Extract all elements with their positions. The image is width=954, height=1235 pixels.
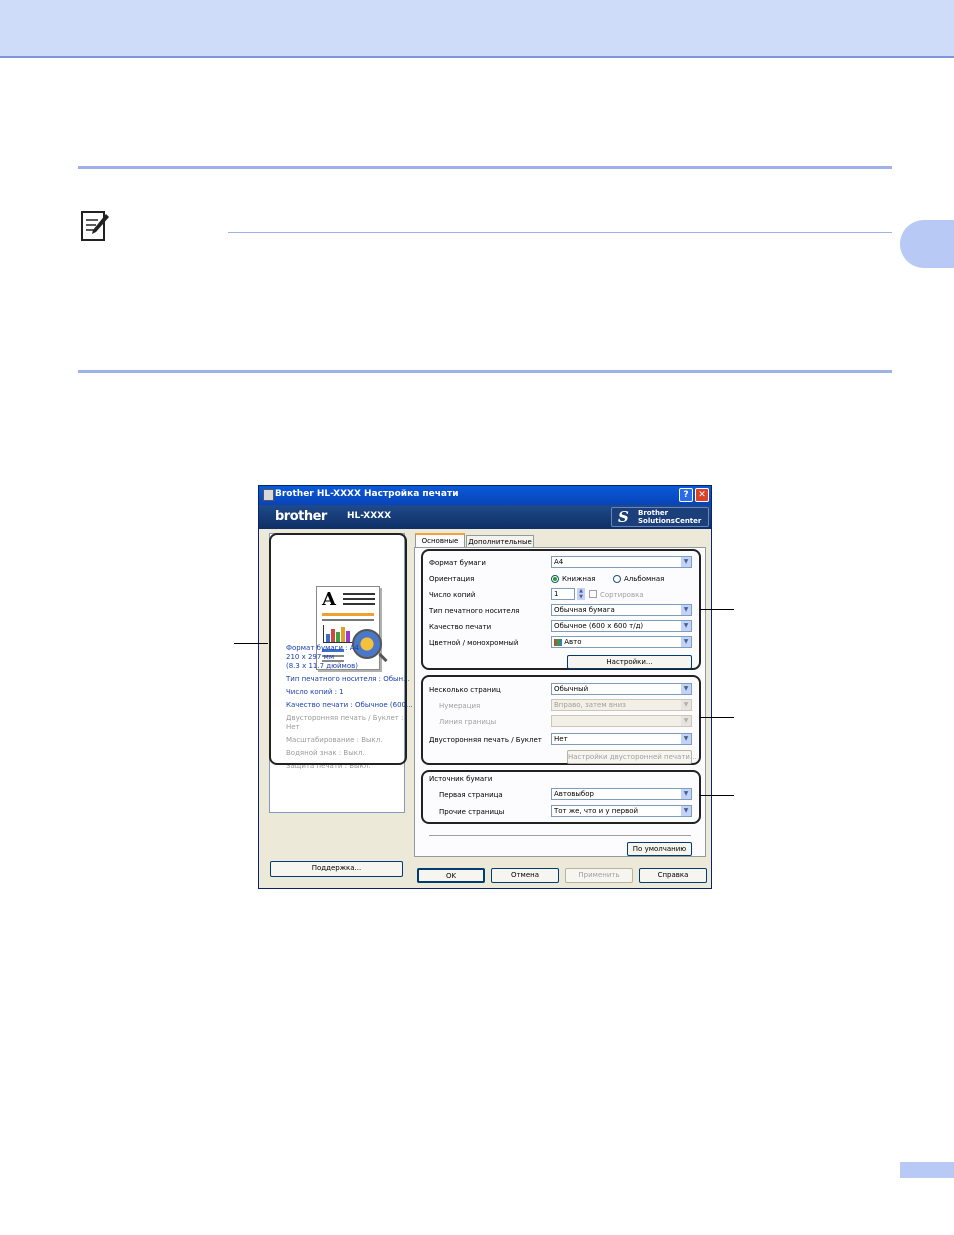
dialog-titlebar[interactable]: Brother HL-XXXX Настройка печати ? ✕ — [259, 486, 711, 505]
chevron-down-icon: ▼ — [681, 605, 691, 615]
page-order-select[interactable]: Вправо, затем вниз ▼ — [551, 699, 692, 711]
chevron-down-icon: ▼ — [681, 557, 691, 567]
quality-select[interactable]: Обычное (600 x 600 т/д) ▼ — [551, 620, 692, 632]
first-page-label: Первая страница — [439, 791, 503, 799]
chevron-down-icon: ▼ — [681, 806, 691, 816]
callout-frame-preview — [269, 533, 407, 765]
border-line-label: Линия границы — [439, 718, 497, 726]
collate-label: Сортировка — [600, 591, 644, 599]
title-close-button[interactable]: ✕ — [695, 488, 709, 502]
page-order-label: Нумерация — [439, 702, 481, 710]
title-help-button[interactable]: ? — [679, 488, 693, 502]
print-settings-dialog: Brother HL-XXXX Настройка печати ? ✕ bro… — [258, 485, 712, 889]
solutions-center-icon: S — [618, 508, 629, 526]
chevron-down-icon: ▼ — [681, 734, 691, 744]
solutions-center-button[interactable]: S Brother SolutionsCenter — [611, 507, 709, 527]
section-rule-bottom — [78, 370, 892, 373]
duplex-settings-button[interactable]: Настройки двусторонней печати... — [567, 750, 697, 764]
section-rule-top — [78, 166, 892, 169]
chevron-down-icon: ▼ — [681, 637, 691, 647]
solutions-center-label: Brother SolutionsCenter — [638, 509, 702, 525]
chevron-down-icon: ▼ — [681, 684, 691, 694]
chevron-down-icon: ▼ — [681, 621, 691, 631]
callout-line-layout-settings — [700, 717, 734, 718]
collate-checkbox[interactable] — [589, 590, 597, 598]
settings-button[interactable]: Настройки... — [567, 655, 692, 669]
paper-format-label: Формат бумаги — [429, 559, 486, 567]
dialog-title: Brother HL-XXXX Настройка печати — [275, 489, 459, 499]
other-pages-label: Прочие страницы — [439, 808, 505, 816]
color-mode-icon — [554, 638, 562, 646]
duplex-label: Двусторонняя печать / Буклет — [429, 736, 542, 744]
copies-spinner-icon[interactable]: ▲ ▼ — [577, 588, 585, 600]
printer-app-icon — [263, 489, 274, 501]
media-type-label: Тип печатного носителя — [429, 607, 520, 615]
cancel-button[interactable]: Отмена — [491, 868, 559, 883]
quality-label: Качество печати — [429, 623, 492, 631]
chevron-down-icon: ▼ — [681, 716, 691, 726]
page-number-tab — [900, 1162, 954, 1178]
help-button[interactable]: Справка — [639, 868, 707, 883]
multipage-select[interactable]: Обычный ▼ — [551, 683, 692, 695]
apply-button[interactable]: Применить — [565, 868, 633, 883]
chapter-tab — [900, 220, 954, 268]
portrait-radio[interactable] — [551, 575, 559, 583]
ok-button[interactable]: OK — [417, 868, 485, 883]
separator-line — [429, 835, 691, 836]
media-type-select[interactable]: Обычная бумага ▼ — [551, 604, 692, 616]
landscape-radio[interactable] — [613, 575, 621, 583]
portrait-label: Книжная — [562, 575, 596, 583]
chevron-down-icon: ▼ — [681, 700, 691, 710]
border-line-select[interactable]: ▼ — [551, 715, 692, 727]
printer-model: HL-XXXX — [347, 511, 392, 521]
paper-format-select[interactable]: A4 ▼ — [551, 556, 692, 568]
first-page-select[interactable]: Автовыбор ▼ — [551, 788, 692, 800]
copies-input[interactable]: 1 — [551, 588, 575, 600]
note-pencil-icon — [81, 211, 109, 241]
callout-line-paper-source — [700, 795, 734, 796]
duplex-select[interactable]: Нет ▼ — [551, 733, 692, 745]
note-rule — [228, 232, 892, 233]
callout-line-paper-settings — [700, 609, 734, 610]
brother-logo: brother — [275, 509, 327, 524]
color-mode-label: Цветной / монохромный — [429, 639, 519, 647]
copies-label: Число копий — [429, 591, 476, 599]
paper-source-title: Источник бумаги — [429, 775, 493, 783]
multipage-label: Несколько страниц — [429, 686, 501, 694]
support-button[interactable]: Поддержка... — [270, 861, 403, 877]
page-header-band — [0, 0, 954, 58]
default-button[interactable]: По умолчанию — [627, 842, 692, 856]
other-pages-select[interactable]: Тот же, что и у первой ▼ — [551, 805, 692, 817]
color-mode-select[interactable]: Авто ▼ — [551, 636, 692, 648]
orientation-label: Ориентация — [429, 575, 475, 583]
landscape-label: Альбомная — [624, 575, 665, 583]
chevron-down-icon: ▼ — [681, 789, 691, 799]
brand-bar: brother HL-XXXX S Brother SolutionsCente… — [259, 505, 711, 529]
callout-line-preview — [234, 643, 268, 644]
